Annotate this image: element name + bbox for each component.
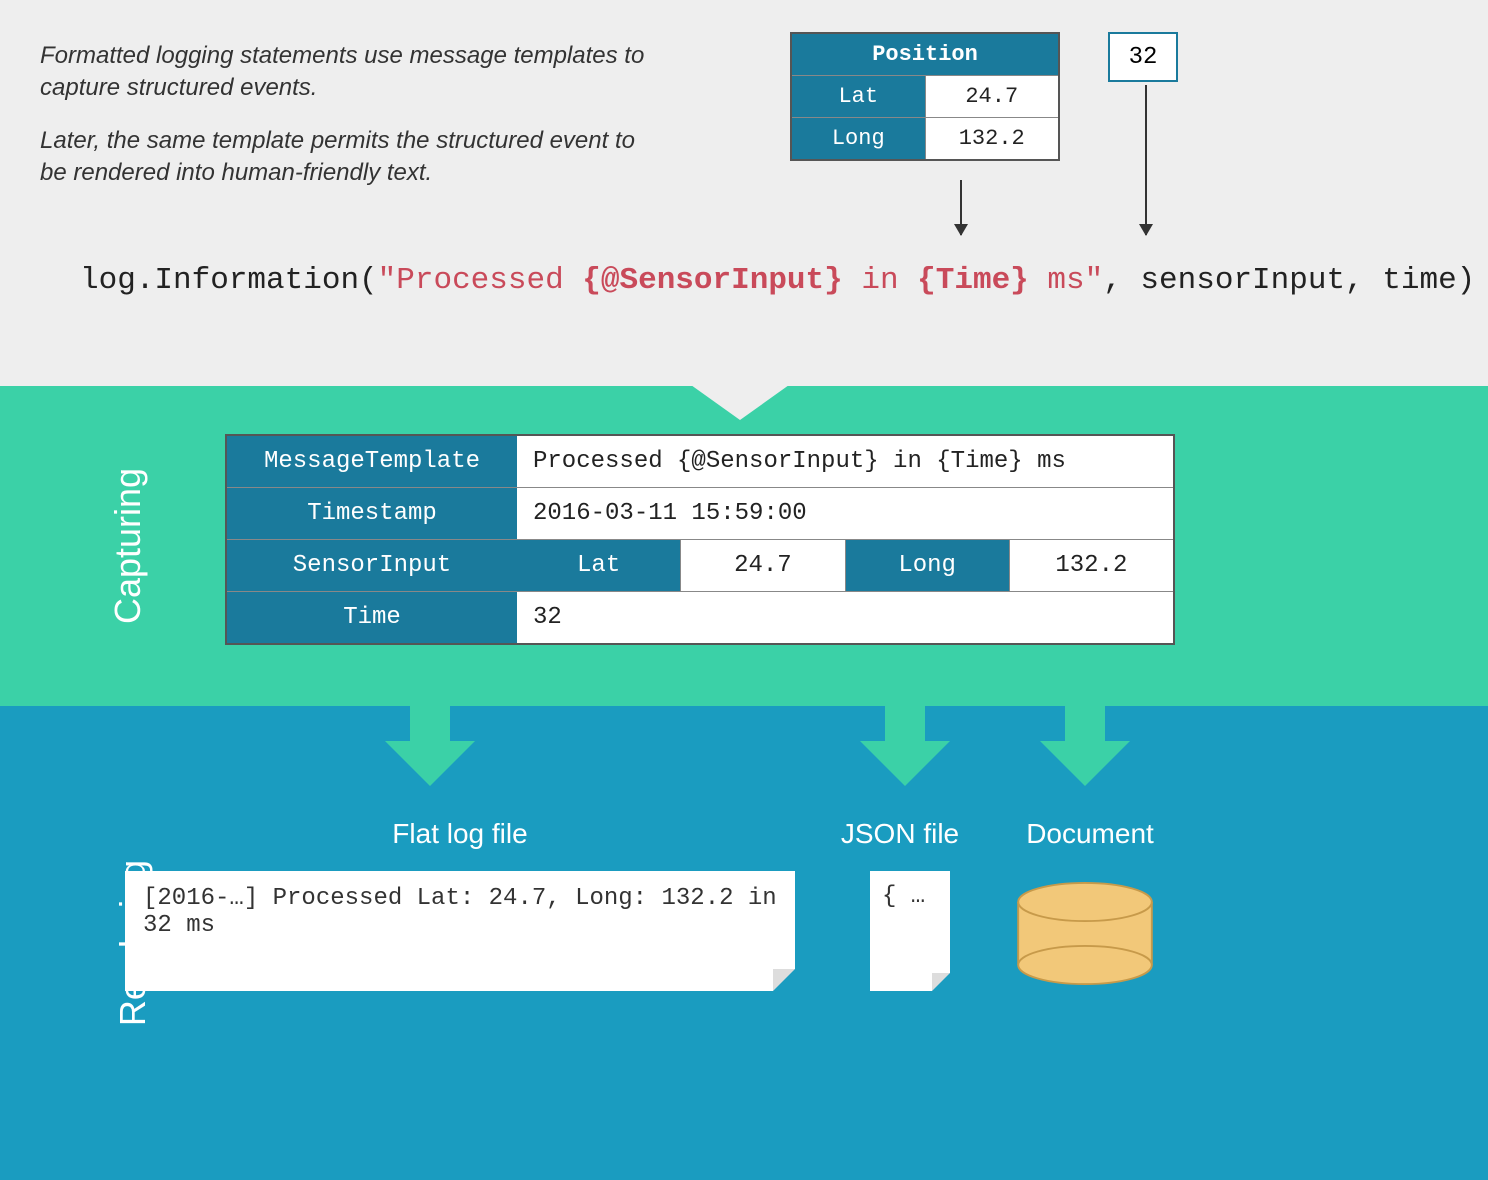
capturing-section: Capturing MessageTemplate Processed {@Se… [0,386,1488,706]
arrow-position-down-icon [960,180,962,235]
intro-p2: Later, the same template permits the str… [40,125,660,190]
flat-label: Flat log file [310,818,610,850]
time-label: Time [227,592,517,643]
mt-value: Processed {@SensorInput} in {Time} ms [517,436,1173,487]
json-file-box: { … [870,871,950,991]
top-section: Formatted logging statements use message… [0,0,1488,386]
intro-p1: Formatted logging statements use message… [40,40,660,105]
capture-row-si: SensorInput Lat 24.7 Long 132.2 [227,540,1173,592]
si-long-v: 132.2 [1009,540,1173,591]
code-str-mid: in [843,263,917,298]
capture-row-mt: MessageTemplate Processed {@SensorInput}… [227,436,1173,488]
code-token1: {@SensorInput} [582,263,842,298]
ts-label: Timestamp [227,488,517,539]
lat-value: 24.7 [925,76,1059,117]
capture-table: MessageTemplate Processed {@SensorInput}… [225,434,1175,645]
arrow-time-down-icon [1145,85,1147,235]
code-token2: {Time} [917,263,1029,298]
time-box: 32 [1108,32,1178,82]
rendering-section: Rendering Flat log file JSON file Docume… [0,706,1488,1180]
long-value: 132.2 [925,118,1059,159]
position-box: Position Lat 24.7 Long 132.2 [790,32,1060,161]
long-label: Long [792,118,925,159]
code-line: log.Information("Processed {@SensorInput… [80,263,1475,298]
code-str-open: "Processed [378,263,583,298]
arrow-to-doc-icon [1035,661,1135,791]
intro-text: Formatted logging statements use message… [40,40,660,190]
arrow-to-flat-icon [380,661,480,791]
position-header: Position [792,34,1058,75]
si-subcells: Lat 24.7 Long 132.2 [517,540,1173,591]
time-value: 32 [517,592,1173,643]
position-row-long: Long 132.2 [792,117,1058,159]
capture-row-time: Time 32 [227,592,1173,643]
database-icon [1010,881,1160,986]
ts-value: 2016-03-11 15:59:00 [517,488,1173,539]
si-label: SensorInput [227,540,517,591]
doc-label: Document [1000,818,1180,850]
mt-label: MessageTemplate [227,436,517,487]
code-str-end: ms" [1029,263,1103,298]
position-row-lat: Lat 24.7 [792,75,1058,117]
si-long-l: Long [845,540,1009,591]
json-label: JSON file [820,818,980,850]
arrow-to-json-icon [855,661,955,791]
code-prefix: log.Information( [80,263,378,298]
si-lat-l: Lat [517,540,680,591]
flat-log-box: [2016-…] Processed Lat: 24.7, Long: 132.… [125,871,795,991]
capturing-label: Capturing [107,468,149,624]
big-arrow-down-icon [660,330,820,430]
code-suffix: , sensorInput, time) [1103,263,1475,298]
lat-label: Lat [792,76,925,117]
capture-row-ts: Timestamp 2016-03-11 15:59:00 [227,488,1173,540]
si-lat-v: 24.7 [680,540,844,591]
